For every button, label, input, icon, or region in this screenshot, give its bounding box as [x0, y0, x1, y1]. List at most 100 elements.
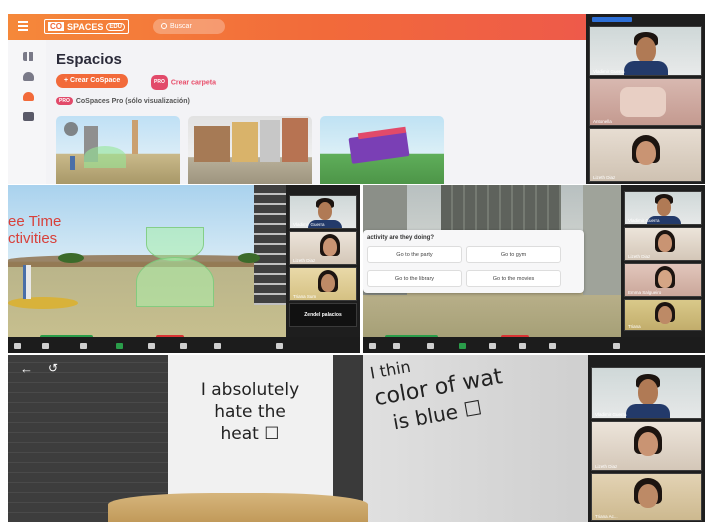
participant-video-tile[interactable]: Triana [624, 299, 702, 331]
search-placeholder: Buscar [170, 23, 192, 30]
page-title: Espacios [56, 51, 122, 68]
quiz-option[interactable]: Go to the movies [466, 270, 561, 287]
participant-video-tile[interactable]: Vladimir Guerra [289, 195, 357, 229]
face-shape [638, 432, 658, 456]
tree-shape [238, 253, 260, 263]
participant-video-tile[interactable]: Vladimir Guerra [591, 367, 702, 419]
pro-view-row[interactable]: PRO CoSpaces Pro (sólo visualización) [56, 97, 190, 105]
participant-video-tile[interactable]: Vladimir Guerra [589, 26, 702, 76]
create-cospace-button[interactable]: + Crear CoSpace [56, 74, 129, 88]
building-shape [254, 185, 286, 305]
participant-name: Lizeth Diaz [595, 464, 618, 469]
building-shape [260, 120, 280, 162]
participant-video-tile[interactable]: Antonella [589, 78, 702, 126]
quiz-option[interactable]: Go to the library [367, 270, 462, 287]
participant-name: Triana Sum [293, 294, 317, 299]
statement-line: hate the [214, 402, 286, 422]
cospaces-dashboard-panel: CO SPACES EDU Buscar Espacios + Crear Co… [8, 14, 705, 184]
cospace-thumbnail-1[interactable] [56, 116, 180, 184]
participant-video-strip: Vladimir Guerra Lizeth Diaz Triana Ac... [588, 355, 705, 522]
pedestal-shape [8, 297, 78, 309]
scene-title-line: ee Time [8, 213, 62, 230]
annotate-icon[interactable] [519, 343, 526, 349]
more-icon[interactable] [613, 343, 620, 349]
participant-name: Triana Ac... [595, 514, 618, 519]
more-icon[interactable] [276, 343, 283, 349]
video-icon[interactable] [393, 343, 400, 349]
remote-control-icon[interactable] [214, 343, 221, 349]
face-shape [658, 234, 672, 252]
participant-video-tile[interactable]: Zendel palacios [289, 303, 357, 327]
grid-icon[interactable] [23, 52, 34, 61]
face-shape [636, 141, 656, 165]
participant-video-tile[interactable]: Vladimir Guerra [624, 191, 702, 225]
participant-video-tile[interactable]: Lizeth Diaz [289, 231, 357, 265]
zoom-toolbar [363, 337, 705, 353]
annotate-icon[interactable] [180, 343, 187, 349]
scene-title-line: ctivities [8, 230, 58, 247]
view-toggle[interactable] [592, 17, 632, 22]
floor-tile [108, 493, 368, 522]
app-logo[interactable]: CO SPACES EDU [44, 19, 130, 34]
avatar-figure [70, 156, 75, 170]
face-shape [638, 484, 658, 508]
participant-name: Zendel palacios [304, 312, 342, 318]
participant-video-tile[interactable]: Lizeth Diaz [589, 128, 702, 182]
search-icon [161, 23, 167, 30]
scene-sign-text: ee Time ctivities [8, 213, 61, 247]
face-shape [321, 274, 335, 292]
participant-video-tile[interactable]: Triana Sum [289, 267, 357, 301]
zoom-toolbar [8, 337, 360, 353]
users-icon[interactable] [23, 72, 34, 81]
dome-shape [84, 146, 126, 168]
cospace-thumbnail-3[interactable] [320, 116, 444, 184]
quiz-option[interactable]: Go to gym [466, 246, 561, 263]
gallery-icon[interactable] [23, 112, 34, 121]
vr-gallery-panel: ← ↺ I absolutely hate the heat ☐ I thin … [8, 355, 705, 522]
share-icon[interactable] [116, 343, 123, 349]
search-input[interactable]: Buscar [153, 19, 225, 34]
top-app-bar: CO SPACES EDU Buscar [8, 14, 586, 40]
video-icon[interactable] [42, 343, 49, 349]
share-icon[interactable] [459, 343, 466, 349]
statement-line: I absolutely [200, 380, 300, 400]
face-shape [658, 306, 672, 324]
building-shape [194, 126, 230, 162]
participant-video-tile[interactable]: Lizeth Diaz [624, 227, 702, 261]
avatar-figure [23, 265, 31, 299]
edu-badge: EDU [106, 22, 126, 31]
participant-video-tile[interactable]: Triana Ac... [591, 473, 702, 521]
mic-icon[interactable] [14, 343, 21, 349]
tower-shape [132, 120, 138, 154]
participant-video-tile[interactable]: Lizeth Diaz [591, 421, 702, 471]
participant-name: Vladimir Guerra [293, 222, 325, 227]
participant-video-strip: Vladimir Guerra Lizeth Diaz Emma Salguei… [621, 185, 705, 337]
mic-icon[interactable] [369, 343, 376, 349]
left-wall-statement: I absolutely hate the heat ☐ [170, 379, 330, 445]
back-arrow-icon[interactable]: ← [20, 361, 33, 376]
cospace-scene-panel: ee Time ctivities Vladimir Guerra Lizeth… [8, 185, 360, 353]
shirt-shape [624, 61, 668, 75]
pause-icon[interactable] [489, 343, 496, 349]
participant-video-tile[interactable]: Emma Salgueiro [624, 263, 702, 297]
building-shape [583, 185, 621, 295]
logo-mark: CO [48, 22, 64, 31]
logo-text: SPACES [67, 21, 104, 32]
face-shape [658, 270, 672, 288]
quiz-option[interactable]: Go to the party [367, 246, 462, 263]
menu-icon[interactable] [18, 21, 28, 31]
cospace-thumbnail-2[interactable] [188, 116, 312, 184]
participant-name: Triana [628, 324, 641, 329]
remote-control-icon[interactable] [549, 343, 556, 349]
participants-icon[interactable] [80, 343, 87, 349]
play-icon [64, 122, 78, 136]
create-folder-button[interactable]: PRO Crear carpeta [151, 75, 216, 90]
pro-badge: PRO [56, 97, 73, 105]
quiz-card: activity are they doing? Go to the party… [363, 230, 584, 293]
participants-icon[interactable] [427, 343, 434, 349]
classes-icon[interactable] [23, 92, 34, 101]
reset-icon[interactable]: ↺ [48, 361, 58, 375]
face-shape [323, 238, 337, 256]
sidebar [8, 40, 46, 184]
pause-icon[interactable] [148, 343, 155, 349]
